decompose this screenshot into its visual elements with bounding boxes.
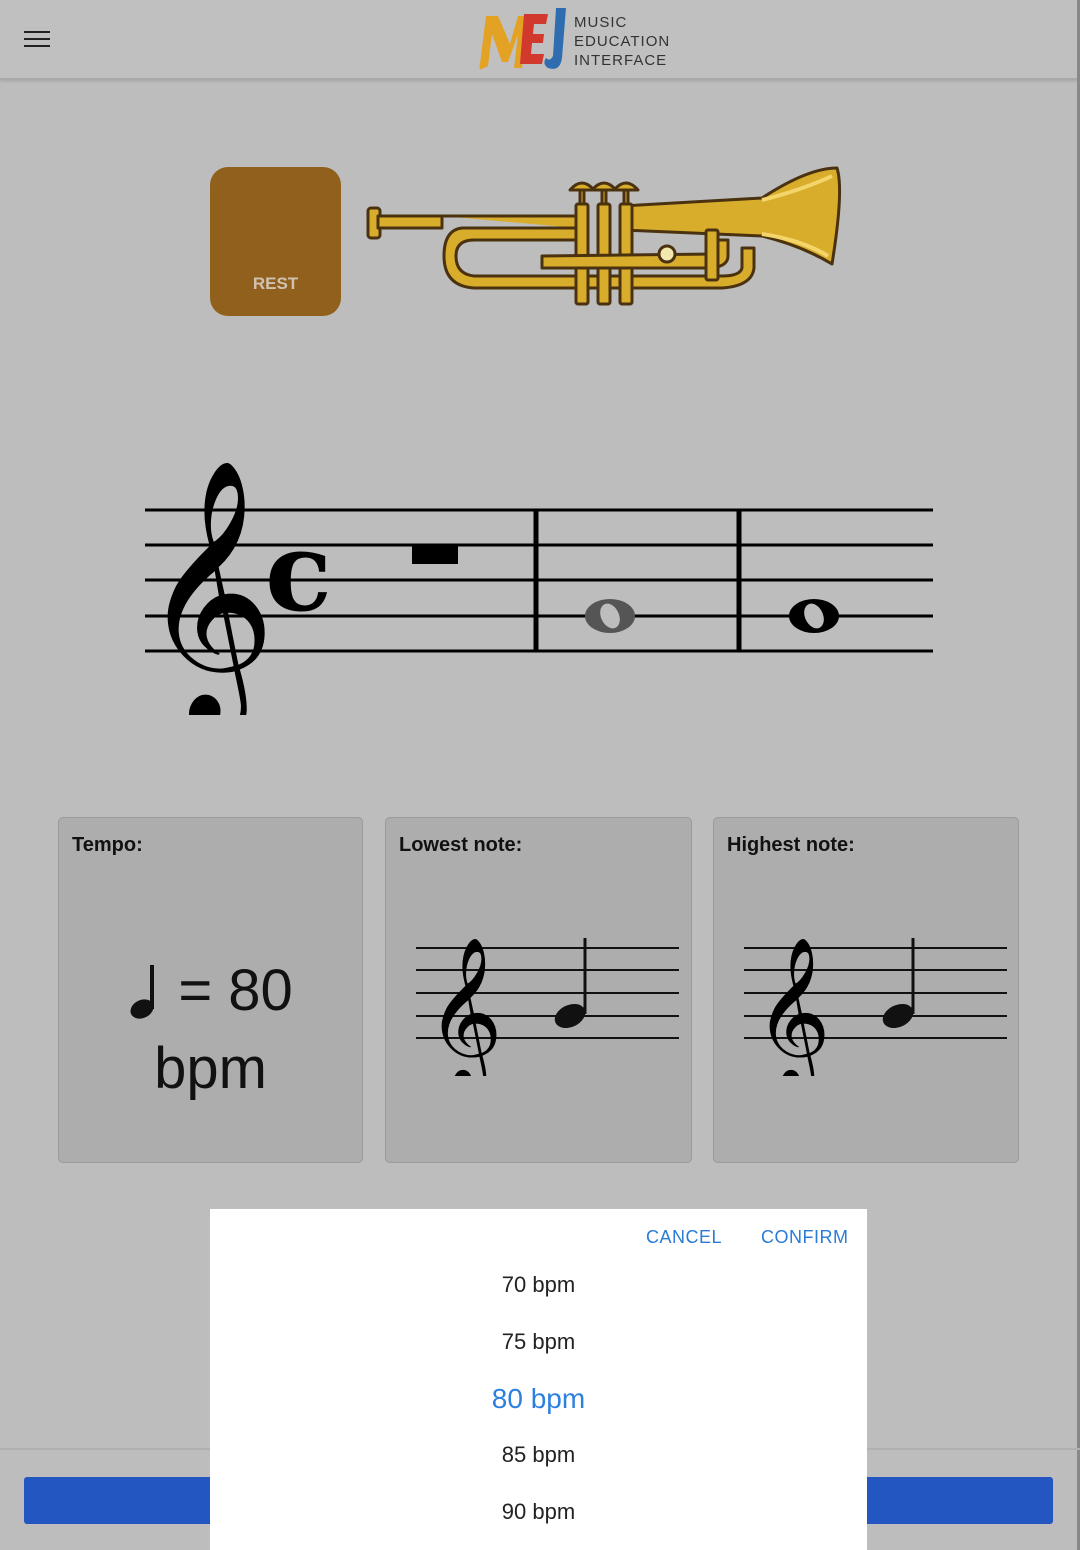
rest-button[interactable]: REST: [210, 167, 341, 316]
common-time-icon: c: [265, 507, 332, 636]
picker-option[interactable]: 70 bpm: [210, 1272, 867, 1298]
quarter-note-icon: [882, 1003, 914, 1029]
logo-line-education: EDUCATION: [574, 33, 671, 50]
tempo-number: = 80: [178, 957, 293, 1023]
app-header: MUSIC EDUCATION INTERFACE: [0, 0, 1078, 80]
rest-button-label: REST: [252, 274, 299, 293]
treble-clef-icon: 𝄞: [140, 458, 276, 715]
lowest-note-card-title: Lowest note:: [399, 834, 523, 856]
picker-option-selected[interactable]: 80 bpm: [210, 1383, 867, 1415]
whole-rest-icon: [412, 546, 458, 564]
music-staff: 𝄞 c: [140, 458, 933, 715]
trumpet-icon: [366, 166, 842, 306]
treble-clef-icon: 𝄞: [426, 935, 503, 1076]
mei-logo: MUSIC EDUCATION INTERFACE: [476, 6, 676, 74]
treble-clef-icon: 𝄞: [754, 935, 831, 1076]
hamburger-menu-icon[interactable]: [24, 31, 50, 51]
tempo-card-title: Tempo:: [72, 834, 143, 856]
confirm-button[interactable]: CONFIRM: [761, 1227, 849, 1248]
highest-note-card-title: Highest note:: [727, 834, 855, 856]
logo-text: MUSIC EDUCATION INTERFACE: [574, 13, 670, 70]
highest-note-card[interactable]: Highest note: 𝄞: [713, 817, 1019, 1163]
tempo-value: = 80 bpm: [59, 948, 362, 1108]
lowest-note-staff: 𝄞: [416, 935, 679, 1076]
picker-option[interactable]: 90 bpm: [210, 1499, 867, 1525]
quarter-note-icon: [130, 964, 155, 1019]
quarter-note-icon: [554, 1003, 586, 1029]
cancel-button[interactable]: CANCEL: [646, 1227, 722, 1248]
primary-action-button-left[interactable]: [24, 1477, 224, 1524]
tempo-picker: CANCEL CONFIRM 70 bpm 75 bpm 80 bpm 85 b…: [210, 1209, 867, 1550]
logo-line-music: MUSIC: [574, 14, 628, 31]
primary-action-button-right[interactable]: [850, 1477, 1053, 1524]
lowest-note-card[interactable]: Lowest note: 𝄞: [385, 817, 692, 1163]
tempo-unit: bpm: [154, 1035, 267, 1101]
tempo-card[interactable]: Tempo: = 80 bpm: [58, 817, 363, 1163]
logo-line-interface: INTERFACE: [574, 52, 668, 69]
mei-logo-mark: [479, 8, 566, 70]
picker-option[interactable]: 85 bpm: [210, 1442, 867, 1468]
picker-option[interactable]: 75 bpm: [210, 1329, 867, 1355]
highest-note-staff: 𝄞: [744, 935, 1007, 1076]
